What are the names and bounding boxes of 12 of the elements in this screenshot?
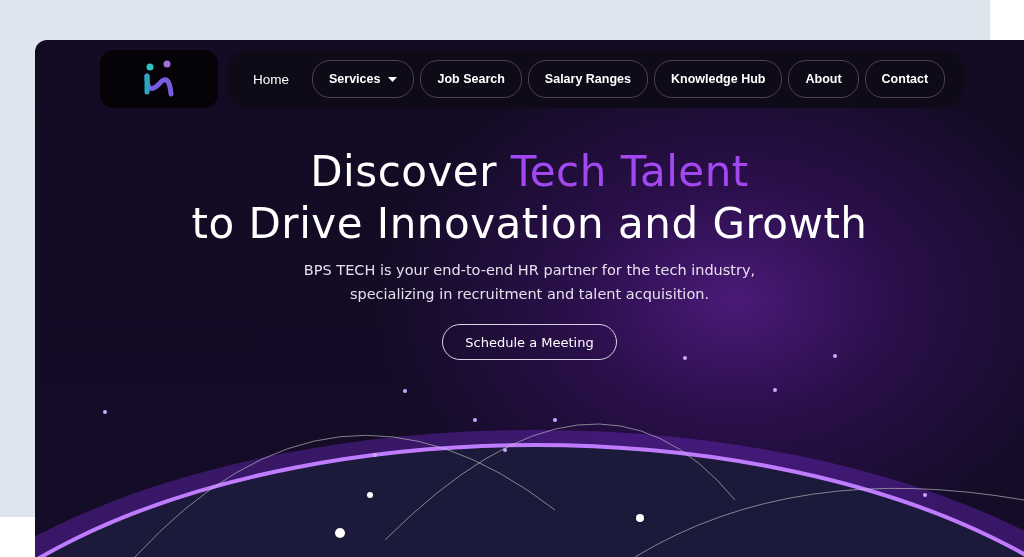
hero-title: Discover Tech Talent to Drive Innovation and Growth — [191, 146, 868, 250]
nav-button[interactable]: Knowledge Hub — [654, 60, 783, 98]
nav-link[interactable]: Home — [238, 60, 306, 98]
nav-button[interactable]: Salary Ranges — [527, 60, 648, 98]
nav-button[interactable]: Contact — [864, 60, 946, 98]
nav-button[interactable]: About — [788, 60, 859, 98]
logo[interactable] — [100, 50, 218, 108]
logo-icon — [143, 60, 175, 98]
nav-button[interactable]: Services — [312, 60, 415, 98]
nav-button[interactable]: Job Search — [420, 60, 522, 98]
hero-subtitle: BPS TECH is your end-to-end HR partner for the tech industry, specializing in recruitment and talent acquisition. — [302, 261, 757, 304]
caret-icon — [388, 76, 398, 82]
